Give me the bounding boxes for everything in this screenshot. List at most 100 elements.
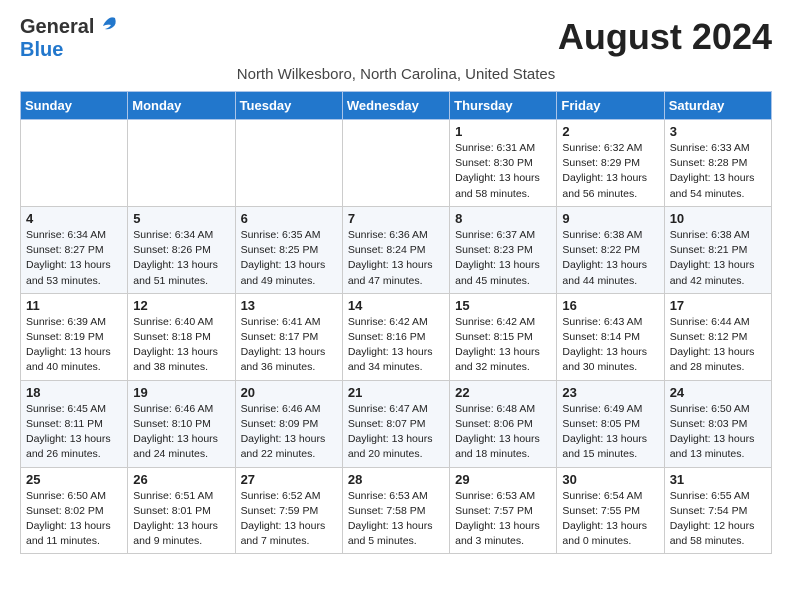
- calendar-cell: 3 Sunrise: 6:33 AM Sunset: 8:28 PM Daylig…: [664, 120, 771, 207]
- cell-info: Sunrise: 6:43 AM Sunset: 8:14 PM Dayligh…: [562, 315, 658, 376]
- cell-date: 17: [670, 298, 766, 313]
- cell-date: 10: [670, 211, 766, 226]
- cell-info: Sunrise: 6:41 AM Sunset: 8:17 PM Dayligh…: [241, 315, 337, 376]
- location-subtitle: North Wilkesboro, North Carolina, United…: [20, 66, 772, 83]
- cell-info: Sunrise: 6:38 AM Sunset: 8:22 PM Dayligh…: [562, 228, 658, 289]
- calendar-cell: 12Sunrise: 6:40 AM Sunset: 8:18 PM Dayli…: [128, 293, 235, 380]
- cell-date: 8: [455, 211, 551, 226]
- cell-info: Sunrise: 6:38 AM Sunset: 8:21 PM Dayligh…: [670, 228, 766, 289]
- calendar-cell: 7 Sunrise: 6:36 AM Sunset: 8:24 PM Daylig…: [342, 206, 449, 293]
- cell-date: 15: [455, 298, 551, 313]
- cell-info: Sunrise: 6:45 AM Sunset: 8:11 PM Dayligh…: [26, 402, 122, 463]
- cell-date: 2: [562, 124, 658, 139]
- logo-blue-text: Blue: [20, 39, 63, 61]
- cell-date: 14: [348, 298, 444, 313]
- cell-info: Sunrise: 6:53 AM Sunset: 7:57 PM Dayligh…: [455, 489, 551, 550]
- cell-info: Sunrise: 6:36 AM Sunset: 8:24 PM Dayligh…: [348, 228, 444, 289]
- header: General Blue August 2024: [20, 16, 772, 62]
- calendar-cell: 10 Sunrise: 6:38 AM Sunset: 8:21 PM Dayli…: [664, 206, 771, 293]
- cell-info: Sunrise: 6:44 AM Sunset: 8:12 PM Dayligh…: [670, 315, 766, 376]
- calendar-cell: 27Sunrise: 6:52 AM Sunset: 7:59 PM Dayli…: [235, 467, 342, 554]
- cell-date: 21: [348, 385, 444, 400]
- cell-date: 28: [348, 472, 444, 487]
- cell-info: Sunrise: 6:33 AM Sunset: 8:28 PM Dayligh…: [670, 141, 766, 202]
- cell-info: Sunrise: 6:31 AM Sunset: 8:30 PM Dayligh…: [455, 141, 551, 202]
- logo: General Blue: [20, 16, 119, 62]
- cell-date: 31: [670, 472, 766, 487]
- cell-date: 23: [562, 385, 658, 400]
- cell-date: 29: [455, 472, 551, 487]
- logo-bird-icon: [97, 16, 119, 39]
- calendar-cell: 19 Sunrise: 6:46 AM Sunset: 8:10 PM Dayli…: [128, 380, 235, 467]
- cell-date: 6: [241, 211, 337, 226]
- calendar-table: SundayMondayTuesdayWednesdayThursdayFrid…: [20, 91, 772, 554]
- cell-date: 22: [455, 385, 551, 400]
- calendar-cell: 13 Sunrise: 6:41 AM Sunset: 8:17 PM Dayli…: [235, 293, 342, 380]
- cell-date: 13: [241, 298, 337, 313]
- calendar-cell: 4 Sunrise: 6:34 AM Sunset: 8:27 PM Daylig…: [21, 206, 128, 293]
- cell-info: Sunrise: 6:52 AM Sunset: 7:59 PM Dayligh…: [241, 489, 337, 550]
- cell-info: Sunrise: 6:34 AM Sunset: 8:26 PM Dayligh…: [133, 228, 229, 289]
- calendar-cell: 16Sunrise: 6:43 AM Sunset: 8:14 PM Dayli…: [557, 293, 664, 380]
- calendar-cell: 1 Sunrise: 6:31 AM Sunset: 8:30 PM Daylig…: [450, 120, 557, 207]
- logo-general-text: General: [20, 16, 94, 39]
- calendar-cell: 17 Sunrise: 6:44 AM Sunset: 8:12 PM Dayli…: [664, 293, 771, 380]
- cell-info: Sunrise: 6:37 AM Sunset: 8:23 PM Dayligh…: [455, 228, 551, 289]
- cell-info: Sunrise: 6:55 AM Sunset: 7:54 PM Dayligh…: [670, 489, 766, 550]
- month-title: August 2024: [558, 16, 772, 58]
- cell-date: 25: [26, 472, 122, 487]
- cell-info: Sunrise: 6:54 AM Sunset: 7:55 PM Dayligh…: [562, 489, 658, 550]
- cell-date: 19: [133, 385, 229, 400]
- weekday-header-monday: Monday: [128, 92, 235, 120]
- weekday-header-saturday: Saturday: [664, 92, 771, 120]
- calendar-cell: 8 Sunrise: 6:37 AM Sunset: 8:23 PM Daylig…: [450, 206, 557, 293]
- calendar-cell: 15 Sunrise: 6:42 AM Sunset: 8:15 PM Dayli…: [450, 293, 557, 380]
- cell-info: Sunrise: 6:35 AM Sunset: 8:25 PM Dayligh…: [241, 228, 337, 289]
- cell-info: Sunrise: 6:50 AM Sunset: 8:03 PM Dayligh…: [670, 402, 766, 463]
- calendar-cell: 22Sunrise: 6:48 AM Sunset: 8:06 PM Dayli…: [450, 380, 557, 467]
- cell-date: 1: [455, 124, 551, 139]
- calendar-cell: 26 Sunrise: 6:51 AM Sunset: 8:01 PM Dayli…: [128, 467, 235, 554]
- calendar-cell: [21, 120, 128, 207]
- calendar-cell: [342, 120, 449, 207]
- cell-info: Sunrise: 6:46 AM Sunset: 8:10 PM Dayligh…: [133, 402, 229, 463]
- cell-date: 18: [26, 385, 122, 400]
- weekday-header-thursday: Thursday: [450, 92, 557, 120]
- cell-date: 11: [26, 298, 122, 313]
- cell-info: Sunrise: 6:51 AM Sunset: 8:01 PM Dayligh…: [133, 489, 229, 550]
- calendar-cell: [128, 120, 235, 207]
- calendar-cell: 20 Sunrise: 6:46 AM Sunset: 8:09 PM Dayli…: [235, 380, 342, 467]
- calendar-cell: 11 Sunrise: 6:39 AM Sunset: 8:19 PM Dayli…: [21, 293, 128, 380]
- cell-date: 7: [348, 211, 444, 226]
- calendar-cell: 30Sunrise: 6:54 AM Sunset: 7:55 PM Dayli…: [557, 467, 664, 554]
- weekday-header-sunday: Sunday: [21, 92, 128, 120]
- cell-info: Sunrise: 6:42 AM Sunset: 8:15 PM Dayligh…: [455, 315, 551, 376]
- cell-info: Sunrise: 6:47 AM Sunset: 8:07 PM Dayligh…: [348, 402, 444, 463]
- cell-date: 9: [562, 211, 658, 226]
- cell-date: 26: [133, 472, 229, 487]
- weekday-header-tuesday: Tuesday: [235, 92, 342, 120]
- cell-info: Sunrise: 6:34 AM Sunset: 8:27 PM Dayligh…: [26, 228, 122, 289]
- cell-date: 20: [241, 385, 337, 400]
- cell-info: Sunrise: 6:42 AM Sunset: 8:16 PM Dayligh…: [348, 315, 444, 376]
- calendar-cell: 28 Sunrise: 6:53 AM Sunset: 7:58 PM Dayli…: [342, 467, 449, 554]
- calendar-cell: 25 Sunrise: 6:50 AM Sunset: 8:02 PM Dayli…: [21, 467, 128, 554]
- cell-info: Sunrise: 6:50 AM Sunset: 8:02 PM Dayligh…: [26, 489, 122, 550]
- cell-date: 12: [133, 298, 229, 313]
- calendar-cell: 18 Sunrise: 6:45 AM Sunset: 8:11 PM Dayli…: [21, 380, 128, 467]
- calendar-cell: 5Sunrise: 6:34 AM Sunset: 8:26 PM Daylig…: [128, 206, 235, 293]
- cell-date: 3: [670, 124, 766, 139]
- calendar-cell: 23 Sunrise: 6:49 AM Sunset: 8:05 PM Dayli…: [557, 380, 664, 467]
- calendar-cell: [235, 120, 342, 207]
- cell-info: Sunrise: 6:39 AM Sunset: 8:19 PM Dayligh…: [26, 315, 122, 376]
- cell-info: Sunrise: 6:53 AM Sunset: 7:58 PM Dayligh…: [348, 489, 444, 550]
- cell-info: Sunrise: 6:32 AM Sunset: 8:29 PM Dayligh…: [562, 141, 658, 202]
- cell-info: Sunrise: 6:46 AM Sunset: 8:09 PM Dayligh…: [241, 402, 337, 463]
- weekday-header-friday: Friday: [557, 92, 664, 120]
- cell-info: Sunrise: 6:49 AM Sunset: 8:05 PM Dayligh…: [562, 402, 658, 463]
- weekday-header-wednesday: Wednesday: [342, 92, 449, 120]
- calendar-cell: 31 Sunrise: 6:55 AM Sunset: 7:54 PM Dayli…: [664, 467, 771, 554]
- cell-date: 4: [26, 211, 122, 226]
- calendar-cell: 14 Sunrise: 6:42 AM Sunset: 8:16 PM Dayli…: [342, 293, 449, 380]
- cell-date: 24: [670, 385, 766, 400]
